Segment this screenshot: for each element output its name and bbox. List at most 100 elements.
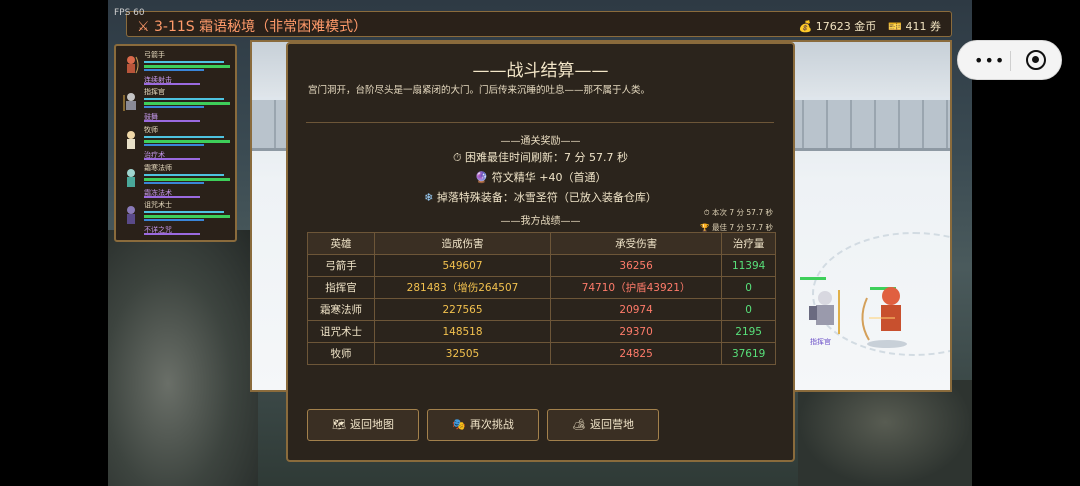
table-row: 指挥官 281483（增伤264507 74710（护盾43921） 0 — [306, 276, 776, 299]
close-target-icon[interactable] — [1026, 50, 1046, 70]
shield-bar — [144, 98, 224, 100]
unit-hp-bar — [800, 277, 826, 280]
party-member-name: 诅咒术士 — [144, 201, 172, 209]
table-row: 诅咒术士 148518 29370 2195 — [306, 320, 776, 343]
ticket-amount: 411 券 — [905, 20, 942, 33]
back-to-camp-button[interactable]: 🏕 返回营地 — [547, 409, 659, 441]
hero-name: 牧师 — [306, 342, 376, 365]
damage-taken: 29370 — [549, 320, 723, 343]
hp-bar — [144, 140, 230, 143]
campfire-icon: 🏕 — [572, 418, 586, 431]
damage-dealt: 281483（增伤264507 — [374, 276, 551, 299]
shield-bar — [144, 174, 224, 176]
healing-done: 37619 — [721, 342, 776, 365]
coin-bag-icon: 💰 — [798, 20, 813, 33]
column-header: 承受伤害 — [549, 232, 723, 255]
party-member-archer[interactable]: 弓箭手 连续射击 — [122, 50, 234, 86]
party-member-name: 牧师 — [144, 126, 158, 134]
skill-bar — [144, 196, 200, 198]
drop-reward: ❄ 掉落特殊装备：冰雪圣符（已放入装备仓库） — [288, 189, 793, 205]
table-row: 霜寒法师 227565 20974 0 — [306, 298, 776, 321]
damage-taken: 74710（护盾43921） — [549, 276, 723, 299]
warlock-avatar-icon — [127, 206, 135, 224]
this-run-time: ⏱ 本次 7 分 57.7 秒 — [703, 208, 773, 217]
hero-name: 霜寒法师 — [306, 298, 376, 321]
healing-done: 0 — [721, 276, 776, 299]
hp-bar — [144, 65, 230, 68]
retry-button[interactable]: 🎭 再次挑战 — [427, 409, 539, 441]
retry-label: 再次挑战 — [469, 418, 514, 431]
commander-unit-sprite[interactable] — [805, 286, 845, 340]
shield-bar — [144, 61, 224, 63]
miniprogram-capsule: ••• — [957, 40, 1062, 80]
map-icon: 🗺 — [332, 418, 346, 431]
drop-reward-text: 掉落特殊装备：冰雪圣符（已放入装备仓库） — [436, 191, 657, 204]
priest-avatar-icon — [127, 131, 135, 149]
mana-bar — [144, 106, 204, 108]
healing-done: 2195 — [721, 320, 776, 343]
rewards-header: ——通关奖励—— — [500, 136, 581, 147]
theater-masks-icon: 🎭 — [452, 418, 466, 431]
skill-bar — [144, 83, 200, 85]
ticket-icon: 🎫 — [888, 20, 902, 33]
damage-dealt: 148518 — [374, 320, 551, 343]
mana-bar — [144, 182, 204, 184]
damage-dealt: 549607 — [374, 254, 551, 277]
hp-bar — [144, 102, 230, 105]
more-options-icon[interactable]: ••• — [974, 51, 1005, 70]
stage-title: ⚔ 3-11S 霜语秘境（非常困难模式） — [137, 19, 368, 35]
party-member-priest[interactable]: 牧师 治疗术 — [122, 125, 234, 161]
stage-header: ⚔ 3-11S 霜语秘境（非常困难模式） 💰 17623 金币 🎫 411 券 — [126, 11, 952, 37]
skill-bar — [144, 120, 200, 122]
back-to-map-label: 返回地图 — [349, 418, 394, 431]
archer-avatar-icon — [127, 56, 139, 74]
party-member-warlock[interactable]: 诅咒术士 不详之咒 — [122, 200, 234, 236]
shield-bar — [144, 211, 224, 213]
battle-result-panel: ——战斗结算—— 宫门洞开，台阶尽头是一扇紧闭的大门。门后传来沉睡的吐息——那不… — [286, 42, 795, 462]
party-member-name: 指挥官 — [144, 88, 165, 96]
result-title: ——战斗结算—— — [472, 61, 609, 81]
divider — [306, 122, 774, 123]
damage-taken: 24825 — [549, 342, 723, 365]
ticket-display: 🎫 411 券 — [888, 18, 941, 34]
resources: 💰 17623 金币 🎫 411 券 — [799, 18, 941, 34]
damage-taken: 20974 — [549, 298, 723, 321]
healing-done: 11394 — [721, 254, 776, 277]
back-to-map-button[interactable]: 🗺 返回地图 — [307, 409, 419, 441]
letterbox-left — [0, 0, 108, 486]
column-header: 造成伤害 — [374, 232, 551, 255]
rune-reward: 🔮 符文精华 +40（首通） — [288, 169, 793, 185]
table-row: 牧师 32505 24825 37619 — [306, 342, 776, 365]
damage-taken: 36256 — [549, 254, 723, 277]
scenery-rocks-right — [798, 380, 972, 486]
scenery-rocks-left — [108, 230, 258, 486]
column-header: 治疗量 — [721, 232, 776, 255]
party-member-frost-mage[interactable]: 霜寒法师 霜冻法术 — [122, 163, 234, 199]
column-header: 英雄 — [306, 232, 376, 255]
party-member-name: 霜寒法师 — [144, 164, 172, 172]
unit-label: 指挥官 — [810, 338, 831, 346]
back-to-camp-label: 返回营地 — [589, 418, 634, 431]
result-description: 宫门洞开，台阶尽头是一扇紧闭的大门。门后传来沉睡的吐息——那不属于人类。 — [308, 85, 651, 96]
skill-bar — [144, 233, 200, 235]
healing-done: 0 — [721, 298, 776, 321]
rune-reward-text: 符文精华 +40（首通） — [491, 171, 607, 184]
shield-bar — [144, 136, 224, 138]
mana-bar — [144, 144, 204, 146]
snowflake-icon: ❄ — [424, 191, 434, 204]
gold-amount: 17623 金币 — [815, 20, 877, 33]
fps-counter: FPS 60 — [114, 8, 145, 18]
damage-dealt: 227565 — [374, 298, 551, 321]
hero-name: 诅咒术士 — [306, 320, 376, 343]
mana-bar — [144, 69, 204, 71]
table-header-row: 英雄 造成伤害 承受伤害 治疗量 — [306, 232, 776, 255]
table-row: 弓箭手 549607 36256 11394 — [306, 254, 776, 277]
archer-unit-sprite[interactable] — [855, 280, 915, 350]
commander-avatar-icon — [123, 93, 136, 111]
frost-mage-avatar-icon — [127, 169, 135, 187]
hero-name: 指挥官 — [306, 276, 376, 299]
battle-stats-table: 英雄 造成伤害 承受伤害 治疗量 弓箭手 549607 36256 11394 … — [306, 232, 776, 365]
hp-bar — [144, 215, 230, 218]
party-member-commander[interactable]: 指挥官 鼓舞 — [122, 87, 234, 123]
party-member-name: 弓箭手 — [144, 51, 165, 59]
